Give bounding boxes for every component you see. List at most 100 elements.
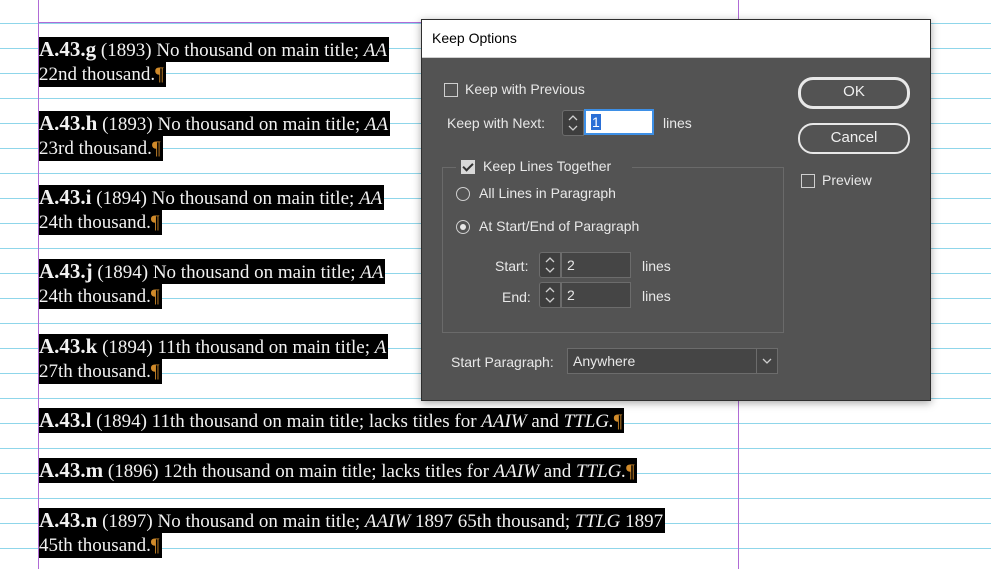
entry-italic: AAIW <box>481 411 527 432</box>
pilcrow-mark: ¶ <box>150 535 160 556</box>
entry-line: A.43.h (1893) No thousand on main title;… <box>39 111 391 136</box>
entry-line: 24th thousand.¶ <box>39 284 162 309</box>
pilcrow-mark: ¶ <box>613 411 623 432</box>
entry-italic: AAIW <box>493 461 540 482</box>
keep-with-next-input[interactable]: 1 <box>584 109 654 135</box>
entry-italic: TTLG. <box>563 411 614 432</box>
entry-id: A.43.h <box>39 111 98 135</box>
keep-with-next-value: 1 <box>591 114 601 130</box>
end-label: End: <box>502 289 531 305</box>
entry-italic: AA <box>363 40 387 61</box>
entry-paragraph[interactable]: A.43.h (1893) No thousand on main title;… <box>39 111 391 161</box>
entry-id: A.43.j <box>39 259 93 283</box>
entry-line: 24th thousand.¶ <box>39 210 162 235</box>
entry-italic: AAIW <box>364 511 411 532</box>
entry-paragraph[interactable]: A.43.j (1894) No thousand on main title;… <box>39 259 386 309</box>
entry-text: 24th thousand. <box>39 286 151 307</box>
entry-line: A.43.n (1897) No thousand on main title;… <box>39 508 666 533</box>
start-paragraph-value: Anywhere <box>573 353 636 369</box>
entry-id: A.43.m <box>39 458 104 482</box>
chevron-down-icon <box>756 349 777 373</box>
entry-text: 1897 65th thousand; <box>410 511 575 532</box>
stepper-arrows-icon <box>545 287 555 303</box>
keep-with-previous-label: Keep with Previous <box>465 81 585 97</box>
keep-with-previous-checkbox[interactable] <box>444 83 458 97</box>
entry-line: A.43.l (1894) 11th thousand on main titl… <box>39 408 625 433</box>
entry-text: (1893) No thousand on main title; <box>97 114 365 135</box>
preview-label: Preview <box>822 172 872 188</box>
pilcrow-mark: ¶ <box>151 138 161 159</box>
entry-italic: TTLG. <box>575 461 627 482</box>
keep-lines-together-label: Keep Lines Together <box>483 158 612 174</box>
entry-paragraph[interactable]: A.43.k (1894) 11th thousand on main titl… <box>39 334 389 384</box>
start-lines-value: 2 <box>567 257 575 273</box>
entry-id: A.43.l <box>39 408 92 432</box>
entry-line: A.43.j (1894) No thousand on main title;… <box>39 259 386 284</box>
entry-id: A.43.k <box>39 334 98 358</box>
entry-text: (1896) 12th thousand on main title; lack… <box>103 461 494 482</box>
entry-text: 45th thousand. <box>39 535 151 556</box>
start-end-radio[interactable] <box>456 220 470 234</box>
cancel-button[interactable]: Cancel <box>798 123 910 154</box>
end-lines-unit: lines <box>642 288 671 304</box>
end-lines-value: 2 <box>567 287 575 303</box>
end-lines-input[interactable]: 2 <box>561 282 631 308</box>
all-lines-radio[interactable] <box>456 187 470 201</box>
stepper-arrows-icon <box>568 115 578 131</box>
stepper-arrows-icon <box>545 257 555 273</box>
entry-id: A.43.i <box>39 185 92 209</box>
entry-line: 45th thousand.¶ <box>39 533 162 558</box>
entry-paragraph[interactable]: A.43.l (1894) 11th thousand on main titl… <box>39 408 625 433</box>
keep-options-dialog: Keep Options Keep with Previous Keep wit… <box>421 19 931 401</box>
entry-paragraph[interactable]: A.43.m (1896) 12th thousand on main titl… <box>39 458 637 483</box>
entry-text: (1893) No thousand on main title; <box>96 40 364 61</box>
pilcrow-mark: ¶ <box>150 286 160 307</box>
entry-text: 27th thousand. <box>39 361 151 382</box>
pilcrow-mark: ¶ <box>155 64 164 85</box>
entry-line: A.43.i (1894) No thousand on main title;… <box>39 185 385 210</box>
start-lines-input[interactable]: 2 <box>561 252 631 278</box>
keep-lines-together-checkbox[interactable] <box>461 160 475 174</box>
start-paragraph-dropdown[interactable]: Anywhere <box>567 348 778 374</box>
all-lines-label: All Lines in Paragraph <box>479 185 616 201</box>
entry-line: A.43.g (1893) No thousand on main title;… <box>39 37 389 62</box>
start-label: Start: <box>495 258 529 274</box>
ok-button[interactable]: OK <box>798 77 910 109</box>
pilcrow-mark: ¶ <box>150 361 160 382</box>
entry-paragraph[interactable]: A.43.n (1897) No thousand on main title;… <box>39 508 666 558</box>
entry-text: 1897 <box>620 511 664 532</box>
pilcrow-mark: ¶ <box>150 212 160 233</box>
entry-text: (1894) 11th thousand on main title; lack… <box>91 411 482 432</box>
entry-text: 22nd thousand. <box>39 64 156 85</box>
keep-with-next-label: Keep with Next: <box>447 115 546 131</box>
start-lines-stepper[interactable] <box>539 252 561 278</box>
pilcrow-mark: ¶ <box>626 461 635 482</box>
entry-text: and <box>526 411 564 432</box>
dialog-title: Keep Options <box>432 30 517 46</box>
preview-checkbox[interactable] <box>801 174 815 188</box>
entry-italic: AA <box>360 262 384 283</box>
entry-text: (1897) No thousand on main title; <box>97 511 365 532</box>
entry-text: (1894) No thousand on main title; <box>92 262 361 283</box>
entry-line: 22nd thousand.¶ <box>39 62 166 87</box>
entry-id: A.43.g <box>39 37 97 61</box>
entry-id: A.43.n <box>39 508 98 532</box>
keep-with-next-unit: lines <box>663 115 692 131</box>
entry-text: and <box>539 461 576 482</box>
entry-italic: TTLG <box>574 511 621 532</box>
entry-paragraph[interactable]: A.43.g (1893) No thousand on main title;… <box>39 37 389 87</box>
keep-with-next-stepper[interactable] <box>562 110 584 136</box>
entry-line: 27th thousand.¶ <box>39 359 162 384</box>
entry-line: A.43.k (1894) 11th thousand on main titl… <box>39 334 389 359</box>
start-lines-unit: lines <box>642 258 671 274</box>
entry-italic: A <box>374 337 387 358</box>
entry-paragraph[interactable]: A.43.i (1894) No thousand on main title;… <box>39 185 385 235</box>
entry-italic: AA <box>359 188 383 209</box>
start-end-label: At Start/End of Paragraph <box>479 218 640 234</box>
end-lines-stepper[interactable] <box>539 282 561 308</box>
entry-text: 23rd thousand. <box>39 138 152 159</box>
dialog-titlebar[interactable]: Keep Options <box>422 20 930 58</box>
entry-text: 24th thousand. <box>39 212 151 233</box>
start-paragraph-label: Start Paragraph: <box>451 354 554 370</box>
entry-line: A.43.m (1896) 12th thousand on main titl… <box>39 458 637 483</box>
